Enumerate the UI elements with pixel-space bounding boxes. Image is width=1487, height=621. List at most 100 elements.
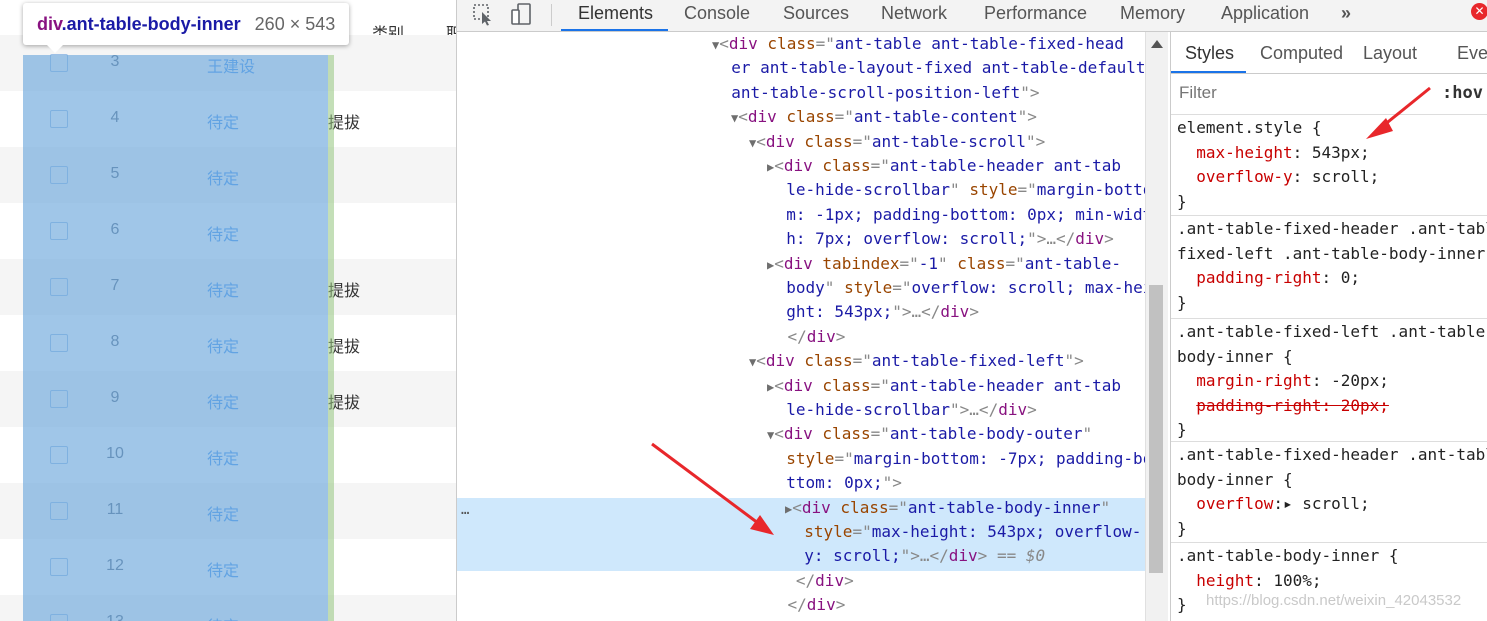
dom-node-text: </div> <box>767 569 854 593</box>
token: == $0 <box>987 546 1046 566</box>
tab-console[interactable]: Console <box>684 3 750 24</box>
dom-node-line[interactable]: er ant-table-layout-fixed ant-table-defa… <box>457 56 1145 80</box>
dom-node-line[interactable]: body" style="overflow: scroll; max-hei <box>457 276 1145 300</box>
tab-sources[interactable]: Sources <box>783 3 849 24</box>
token: style <box>969 180 1018 200</box>
styles-pane: Styles Computed Layout Even :hov element… <box>1170 32 1487 621</box>
dom-node-line[interactable]: style="max-height: 543px; overflow- <box>457 520 1145 544</box>
css-property-name[interactable]: padding-right <box>1196 268 1321 287</box>
token: body <box>786 278 825 297</box>
css-property-name[interactable]: margin-right <box>1196 371 1312 390</box>
dom-node-line[interactable]: ▼<div class="ant-table-body-outer" <box>457 422 1145 446</box>
css-rule[interactable]: .ant-table-body-inner { height: 100%;} <box>1171 542 1487 614</box>
token: ">…</ <box>1027 229 1076 249</box>
token: class <box>957 253 1006 273</box>
tab-network[interactable]: Network <box>881 3 947 24</box>
css-property-value[interactable]: :▸ scroll; <box>1273 494 1369 513</box>
css-property-value[interactable]: : scroll; <box>1293 167 1380 186</box>
css-property-value[interactable]: : 100%; <box>1254 571 1321 590</box>
dom-node-text: ▶<div tabindex="-1" class="ant-table- <box>767 252 1121 277</box>
css-property-value[interactable]: : 543px; <box>1293 143 1370 162</box>
css-property-name[interactable]: overflow <box>1196 494 1273 513</box>
subtab-styles[interactable]: Styles <box>1185 43 1234 64</box>
css-token: body-inner <box>1177 469 1283 489</box>
dom-node-line[interactable]: ▶<div tabindex="-1" class="ant-table- <box>457 252 1145 276</box>
css-property-value[interactable]: : -20px; <box>1312 371 1389 390</box>
token: =" <box>1017 180 1037 200</box>
css-rule-line: element.style { <box>1177 117 1322 139</box>
token: ">…</ <box>892 302 941 322</box>
dom-node-text: le-hide-scrollbar">…</div> <box>767 398 1036 422</box>
css-property-value[interactable]: : 0; <box>1322 268 1361 287</box>
dom-node-line[interactable]: ▼<div class="ant-table-content"> <box>457 105 1145 129</box>
dom-node-line[interactable]: ▼<div class="ant-table-scroll"> <box>457 130 1145 154</box>
hover-state-toggle[interactable]: :hov <box>1442 83 1483 103</box>
tab-memory[interactable]: Memory <box>1120 3 1185 24</box>
token: div <box>940 302 970 322</box>
token: style <box>786 448 835 468</box>
css-rule-line: padding-right: 20px; <box>1177 395 1389 417</box>
dom-node-line[interactable]: le-hide-scrollbar" style="margin-botto <box>457 178 1145 202</box>
dom-node-line[interactable]: ▼<div class="ant-table ant-table-fixed-h… <box>457 32 1145 56</box>
dom-node-line[interactable]: le-hide-scrollbar">…</div> <box>457 398 1145 422</box>
token: =" <box>899 253 919 273</box>
css-rule[interactable]: .ant-table-fixed-left .ant-table-body-in… <box>1171 318 1487 439</box>
dom-node-line[interactable]: ttom: 0px;"> <box>457 471 1145 495</box>
css-property-name[interactable]: overflow-y <box>1196 167 1292 186</box>
tab-application[interactable]: Application <box>1221 3 1309 24</box>
dom-node-line[interactable]: ▼<div class="ant-table-fixed-left"> <box>457 349 1145 373</box>
token: > <box>1104 229 1114 249</box>
styles-filter-input[interactable] <box>1175 80 1433 106</box>
dom-node-line[interactable]: ght: 543px;">…</div> <box>457 300 1145 324</box>
dom-node-line[interactable]: ▶<div class="ant-table-body-inner" <box>457 496 1145 520</box>
device-toolbar-icon[interactable] <box>509 2 533 26</box>
token: =" <box>852 522 872 541</box>
inspect-element-icon[interactable] <box>471 2 495 26</box>
token: div <box>783 253 813 273</box>
token: div <box>765 131 795 151</box>
dom-node-text: ght: 543px;">…</div> <box>767 300 979 324</box>
subtab-event-listeners[interactable]: Even <box>1457 43 1487 64</box>
dom-node-line[interactable]: y: scroll;">…</div> == $0 <box>457 544 1145 568</box>
token: div <box>765 351 795 371</box>
css-rule-line: } <box>1177 292 1187 314</box>
token: le-hide-scrollbar <box>786 180 951 200</box>
token: " <box>824 278 835 297</box>
dom-node-line[interactable]: ▶<div class="ant-table-header ant-tab <box>457 374 1145 398</box>
dom-node-line[interactable]: style="margin-bottom: -7px; padding-bo <box>457 447 1145 471</box>
elements-tree[interactable]: … ▼<div class="ant-table ant-table-fixed… <box>457 32 1145 621</box>
css-rule-line: } <box>1177 191 1187 213</box>
dom-node-text: </div> <box>749 325 846 349</box>
dom-node-line[interactable]: m: -1px; padding-bottom: 0px; min-widt <box>457 203 1145 227</box>
error-icon[interactable]: ✕ <box>1471 3 1487 20</box>
css-rule-line: max-height: 543px; <box>1177 142 1370 164</box>
css-rule[interactable]: .ant-table-fixed-header .ant-table-fixed… <box>1171 215 1487 312</box>
token: > <box>844 570 854 590</box>
subtab-layout[interactable]: Layout <box>1363 43 1417 64</box>
scroll-up-arrow-icon[interactable] <box>1151 40 1163 48</box>
css-token: .ant-table-fixed-header .ant-table- <box>1177 445 1487 464</box>
token: < <box>719 34 729 53</box>
more-tabs-icon[interactable]: » <box>1341 3 1351 24</box>
token: div <box>783 375 813 395</box>
tab-performance[interactable]: Performance <box>984 3 1087 24</box>
token: =" <box>888 497 908 517</box>
dom-node-line[interactable]: h: 7px; overflow: scroll;">…</div> <box>457 227 1145 251</box>
token: "> <box>1064 351 1084 371</box>
token: style <box>844 278 893 297</box>
dom-node-line[interactable]: </div> <box>457 325 1145 349</box>
dom-node-line[interactable]: </div> <box>457 569 1145 593</box>
dom-node-line[interactable]: </div> <box>457 593 1145 617</box>
css-rule[interactable]: element.style { max-height: 543px; overf… <box>1171 114 1487 211</box>
dom-node-line[interactable]: ▶<div class="ant-table-header ant-tab <box>457 154 1145 178</box>
css-rule[interactable]: .ant-table-fixed-header .ant-table-body-… <box>1171 441 1487 538</box>
tree-scrollbar-thumb[interactable] <box>1149 285 1163 573</box>
dom-node-line[interactable]: ant-table-scroll-position-left"> <box>457 81 1145 105</box>
subtab-computed[interactable]: Computed <box>1260 43 1343 64</box>
css-property-name[interactable]: height <box>1196 571 1254 590</box>
tab-elements[interactable]: Elements <box>578 3 653 24</box>
dom-node-text: ant-table-scroll-position-left"> <box>712 81 1039 105</box>
css-property-name[interactable]: max-height <box>1196 143 1292 162</box>
